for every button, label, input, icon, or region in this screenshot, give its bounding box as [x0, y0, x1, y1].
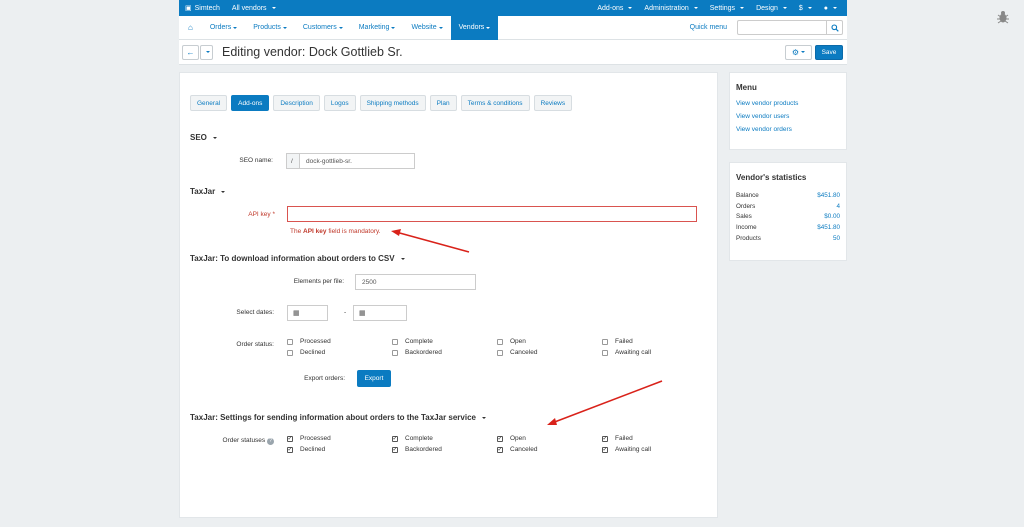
- calendar-icon: ▦: [359, 310, 366, 317]
- view-vendor-users-link[interactable]: View vendor users: [736, 113, 846, 120]
- nav-website[interactable]: Website: [403, 16, 450, 40]
- chevron-down-icon: [740, 7, 745, 9]
- send-status-processed[interactable]: ✓ Processed: [287, 435, 331, 442]
- vendor-switcher[interactable]: All vendors: [226, 5, 282, 12]
- chevron-down-icon: [271, 7, 276, 9]
- stat-row: Sales $0.00: [736, 213, 840, 221]
- chevron-down-icon: [205, 51, 210, 53]
- stat-row: Balance $451.80: [736, 191, 840, 199]
- gear-icon[interactable]: ⚙: [785, 44, 812, 60]
- elements-per-file-label: Elements per file:: [293, 278, 344, 285]
- chevron-down-icon: [628, 7, 633, 9]
- api-key-input[interactable]: [287, 206, 697, 222]
- date-from-input[interactable]: ▦: [287, 305, 328, 321]
- seo-name-input[interactable]: dock-gottlieb-sr.: [299, 153, 415, 169]
- statistics-heading: Vendor's statistics: [736, 173, 807, 182]
- design-menu[interactable]: Design: [750, 5, 793, 12]
- nav-products[interactable]: Products: [245, 16, 295, 40]
- order-status-label: Order status:: [236, 341, 274, 348]
- tab-terms[interactable]: Terms & conditions: [460, 95, 530, 111]
- store-menu[interactable]: ▣ Simtech: [179, 4, 226, 13]
- chevron-down-icon: [833, 7, 837, 9]
- view-vendor-products-link[interactable]: View vendor products: [736, 100, 846, 107]
- csv-status-awaiting-call[interactable]: Awaiting call: [602, 349, 651, 356]
- menu-heading: Menu: [736, 83, 757, 92]
- stat-row: Orders 4: [736, 202, 840, 210]
- select-dates-label: Select dates:: [236, 309, 274, 316]
- tab-plan[interactable]: Plan: [429, 95, 457, 111]
- help-icon[interactable]: ?: [267, 438, 274, 445]
- main-content: General Add-ons Description Logos Shippi…: [179, 72, 718, 518]
- send-status-failed[interactable]: ✓ Failed: [602, 435, 633, 442]
- order-statuses-label: Order statuses ?: [223, 437, 274, 445]
- send-status-open[interactable]: ✓ Open: [497, 435, 526, 442]
- tab-description[interactable]: Description: [273, 95, 320, 111]
- csv-status-open[interactable]: Open: [497, 338, 526, 345]
- nav-marketing[interactable]: Marketing: [351, 16, 404, 40]
- csv-status-backordered[interactable]: Backordered: [392, 349, 442, 356]
- csv-status-declined[interactable]: Declined: [287, 349, 325, 356]
- tab-addons[interactable]: Add-ons: [231, 95, 270, 111]
- csv-heading[interactable]: TaxJar: To download information about or…: [190, 254, 405, 263]
- stat-row: Income $451.80: [736, 224, 840, 232]
- home-icon[interactable]: ⌂: [179, 23, 202, 32]
- settings-menu[interactable]: Settings: [704, 5, 750, 12]
- tab-reviews[interactable]: Reviews: [533, 95, 573, 111]
- chevron-down-icon: [807, 7, 812, 9]
- top-bar: ▣ Simtech All vendors Add-ons Administrat…: [179, 0, 847, 16]
- page-header: ← Editing vendor: Dock Gottlieb Sr. ⚙ Sa…: [179, 40, 847, 65]
- user-icon: ●: [823, 4, 828, 12]
- csv-status-canceled[interactable]: Canceled: [497, 349, 537, 356]
- tab-shipping-methods[interactable]: Shipping methods: [359, 95, 426, 111]
- send-status-canceled[interactable]: ✓ Canceled: [497, 446, 537, 453]
- tab-general[interactable]: General: [190, 95, 228, 111]
- user-menu[interactable]: ●: [818, 5, 843, 12]
- elements-per-file-input[interactable]: 2500: [355, 274, 476, 290]
- api-key-error: The API key field is mandatory.: [290, 228, 381, 235]
- seo-prefix: /: [286, 153, 300, 169]
- tab-bar: General Add-ons Description Logos Shippi…: [190, 95, 573, 111]
- page-title: Editing vendor: Dock Gottlieb Sr.: [222, 45, 403, 59]
- tab-logos[interactable]: Logos: [323, 95, 356, 111]
- csv-status-processed[interactable]: Processed: [287, 338, 331, 345]
- send-settings-heading[interactable]: TaxJar: Settings for sending information…: [190, 413, 487, 422]
- quick-menu-link[interactable]: Quick menu: [690, 24, 727, 31]
- bug-icon[interactable]: [996, 10, 1010, 24]
- export-orders-label: Export orders:: [304, 375, 345, 382]
- vendor-statistics-panel: Vendor's statistics Balance $451.80 Order…: [729, 162, 847, 261]
- search-input[interactable]: [737, 20, 827, 35]
- api-key-label: API key *: [248, 211, 275, 218]
- csv-status-failed[interactable]: Failed: [602, 338, 633, 345]
- chevron-down-icon: [782, 7, 787, 9]
- history-dropdown[interactable]: [200, 44, 213, 60]
- search-icon[interactable]: [827, 20, 843, 35]
- send-status-complete[interactable]: ✓ Complete: [392, 435, 433, 442]
- send-status-awaiting-call[interactable]: ✓ Awaiting call: [602, 446, 651, 453]
- addons-menu[interactable]: Add-ons: [591, 5, 638, 12]
- nav-customers[interactable]: Customers: [295, 16, 351, 40]
- date-separator: -: [344, 309, 347, 316]
- back-arrow-icon[interactable]: ←: [182, 44, 199, 60]
- main-nav: ⌂ Orders Products Customers Marketing We…: [179, 15, 847, 40]
- vendor-menu-panel: Menu View vendor products View vendor us…: [729, 72, 847, 150]
- export-button[interactable]: Export: [357, 370, 391, 387]
- calendar-icon: ▦: [293, 310, 300, 317]
- store-icon: ▣: [185, 5, 192, 12]
- view-vendor-orders-link[interactable]: View vendor orders: [736, 126, 846, 133]
- administration-menu[interactable]: Administration: [638, 5, 703, 12]
- nav-vendors[interactable]: Vendors: [450, 15, 499, 40]
- send-status-backordered[interactable]: ✓ Backordered: [392, 446, 442, 453]
- csv-status-complete[interactable]: Complete: [392, 338, 433, 345]
- save-button[interactable]: Save: [815, 44, 843, 60]
- stat-row: Products 50: [736, 235, 840, 243]
- send-status-declined[interactable]: ✓ Declined: [287, 446, 325, 453]
- date-to-input[interactable]: ▦: [353, 305, 407, 321]
- seo-name-label: SEO name:: [239, 157, 273, 164]
- chevron-down-icon: [693, 7, 698, 9]
- nav-orders[interactable]: Orders: [202, 16, 245, 40]
- taxjar-heading[interactable]: TaxJar: [190, 187, 226, 196]
- currency-menu[interactable]: $: [793, 5, 818, 12]
- seo-heading[interactable]: SEO: [190, 133, 218, 142]
